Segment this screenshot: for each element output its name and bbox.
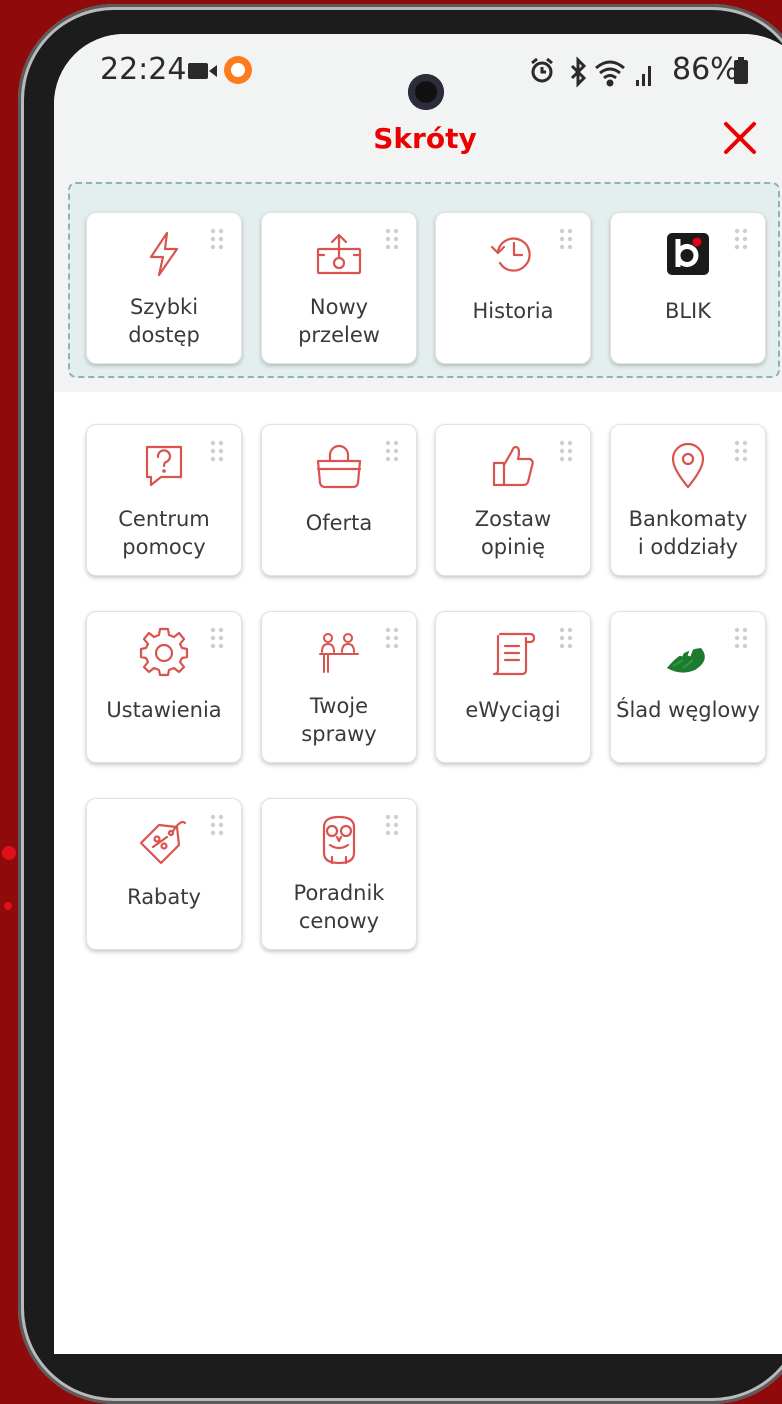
history-icon	[490, 237, 531, 272]
location-pin-icon	[671, 442, 705, 489]
shortcut-label: BLIK	[664, 299, 712, 323]
bluetooth-icon	[570, 56, 587, 88]
shortcut-tile-oferta[interactable]: Oferta	[261, 424, 417, 576]
gear-icon	[139, 627, 189, 677]
shortcut-label: Oferta	[305, 511, 373, 535]
shortcut-label: Szybki dostęp	[128, 295, 200, 347]
shortcut-tile-ewyciagi[interactable]: eWyciągi	[435, 611, 591, 763]
drag-handle-icon[interactable]	[558, 439, 574, 463]
drag-handle-icon[interactable]	[209, 813, 225, 837]
shortcut-label: Poradnik cenowy	[293, 881, 385, 933]
people-desk-icon	[319, 633, 359, 673]
shortcut-tile-szybki-dostep[interactable]: Szybki dostęp	[86, 212, 242, 364]
status-bar: 22:24 86%	[54, 50, 782, 110]
close-icon[interactable]	[718, 116, 762, 160]
drag-handle-icon[interactable]	[384, 439, 400, 463]
drag-handle-icon[interactable]	[558, 227, 574, 251]
shortcut-label: Nowy przelew	[298, 295, 380, 347]
battery-percent: 86%	[672, 52, 739, 87]
shortcut-label: Ustawienia	[106, 698, 222, 722]
background-dot	[2, 846, 16, 860]
shortcut-tile-twoje-sprawy[interactable]: Twoje sprawy	[261, 611, 417, 763]
drag-handle-icon[interactable]	[384, 813, 400, 837]
shopping-bag-icon	[316, 444, 362, 489]
thumbs-up-icon	[492, 445, 534, 487]
screen-recorder-icon	[224, 56, 252, 84]
page-title: Skróty	[373, 122, 477, 155]
video-recorder-icon	[188, 63, 217, 79]
background-dot	[4, 902, 12, 910]
lightning-icon	[149, 231, 179, 277]
shortcut-label: eWyciągi	[465, 698, 561, 722]
drag-handle-icon[interactable]	[384, 227, 400, 251]
shortcut-label: Historia	[472, 299, 554, 323]
shortcut-tile-blik[interactable]: BLIK	[610, 212, 766, 364]
shortcut-tile-ustawienia[interactable]: Ustawienia	[86, 611, 242, 763]
shortcut-tile-nowy-przelew[interactable]: Nowy przelew	[261, 212, 417, 364]
document-scroll-icon	[492, 632, 536, 676]
shortcut-tile-rabaty[interactable]: Rabaty	[86, 798, 242, 950]
discount-tag-icon	[139, 820, 187, 865]
drag-handle-icon[interactable]	[733, 439, 749, 463]
shortcut-label: Bankomaty i oddziały	[628, 507, 748, 559]
wifi-icon	[595, 60, 625, 87]
shortcut-label: Twoje sprawy	[301, 694, 377, 746]
shortcut-tile-historia[interactable]: Historia	[435, 212, 591, 364]
drag-handle-icon[interactable]	[733, 227, 749, 251]
alarm-icon	[531, 57, 553, 83]
drag-handle-icon[interactable]	[209, 439, 225, 463]
phone-screen: 22:24 86% Skróty Szybki dostęp Nowy prze…	[54, 34, 782, 1354]
shortcut-tile-zostaw-opinie[interactable]: Zostaw opinię	[435, 424, 591, 576]
leaf-icon	[667, 635, 705, 673]
blik-logo-icon	[667, 233, 709, 275]
shortcut-label: Ślad węglowy	[616, 698, 760, 722]
shortcut-tile-poradnik-cenowy[interactable]: Poradnik cenowy	[261, 798, 417, 950]
shortcut-label: Rabaty	[127, 885, 201, 909]
drag-handle-icon[interactable]	[558, 626, 574, 650]
signal-icon	[636, 66, 651, 86]
shortcut-tile-slad-weglowy[interactable]: Ślad węglowy	[610, 611, 766, 763]
shortcut-tile-centrum-pomocy[interactable]: Centrum pomocy	[86, 424, 242, 576]
status-icons	[531, 56, 651, 88]
owl-icon	[322, 815, 356, 865]
battery-icon	[734, 57, 748, 84]
drag-handle-icon[interactable]	[733, 626, 749, 650]
help-chat-icon	[145, 445, 183, 487]
drag-handle-icon[interactable]	[209, 626, 225, 650]
money-transfer-icon	[316, 233, 362, 275]
phone-frame: 22:24 86% Skróty Szybki dostęp Nowy prze…	[18, 4, 782, 1404]
front-camera	[408, 74, 444, 110]
drag-handle-icon[interactable]	[209, 227, 225, 251]
shortcut-tile-bankomaty[interactable]: Bankomaty i oddziały	[610, 424, 766, 576]
shortcut-label: Zostaw opinię	[474, 507, 552, 559]
shortcut-label: Centrum pomocy	[118, 507, 210, 559]
status-time: 22:24	[100, 52, 187, 87]
drag-handle-icon[interactable]	[384, 626, 400, 650]
